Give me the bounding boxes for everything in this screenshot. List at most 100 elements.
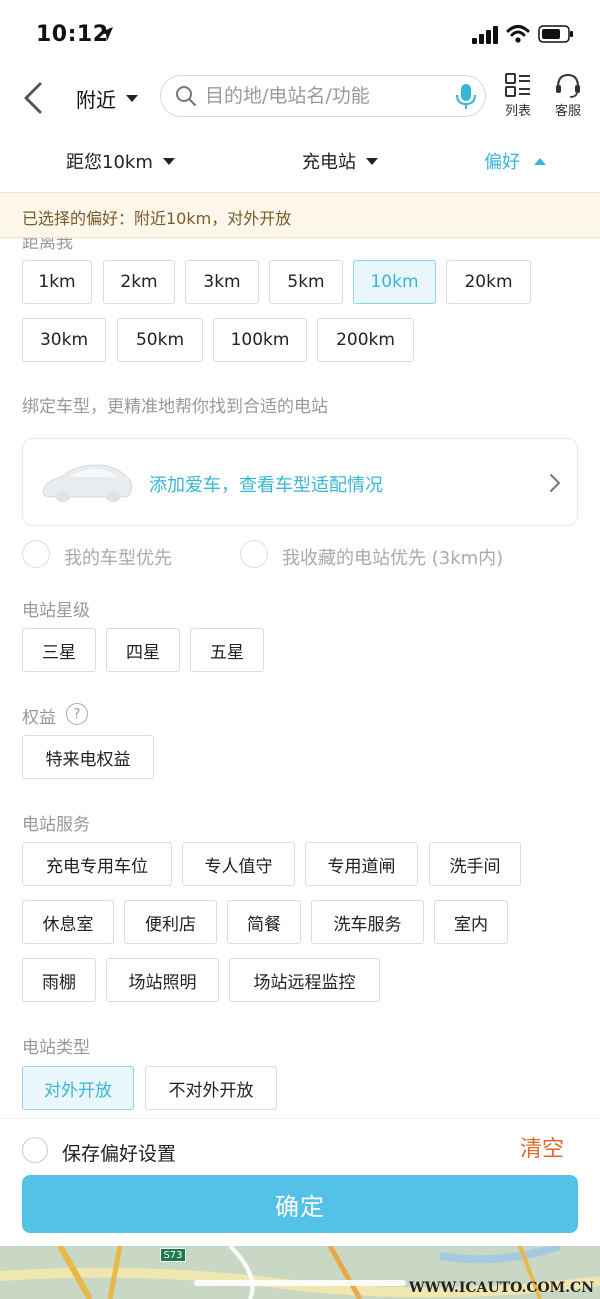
service-option-gate[interactable]: 专用道闸 [305,842,418,886]
chip-label: 对外开放 [44,1080,112,1101]
benefit-option-teld[interactable]: 特来电权益 [22,735,154,779]
service-option-attendant[interactable]: 专人值守 [182,842,295,886]
add-car-text: 添加爱车，查看车型适配情况 [149,475,383,496]
tab-preference[interactable]: 偏好 [484,148,546,174]
back-arrow-icon[interactable] [16,78,50,118]
tab-station-type-label: 充电站 [302,152,356,173]
station-type-closed[interactable]: 不对外开放 [145,1066,277,1110]
map-background: S73 WWW.ICAUTO.COM.CN [0,1246,600,1299]
favorite-first-label: 我收藏的电站优先 (3km内) [282,548,504,569]
confirm-button[interactable]: 确定 [22,1175,578,1233]
cellular-signal-icon [472,26,498,44]
distance-option-1km[interactable]: 1km [22,260,92,304]
home-indicator[interactable] [194,1280,406,1286]
chip-label: 3km [203,272,241,292]
banner-text: 已选择的偏好：附近10km，对外开放 [22,209,292,228]
caret-down-icon [162,157,175,165]
service-option-parking[interactable]: 充电专用车位 [22,842,172,886]
chip-label: 场站远程监控 [253,972,356,993]
distance-option-5km[interactable]: 5km [269,260,343,304]
headset-icon [556,73,580,98]
service-option-lighting[interactable]: 场站照明 [106,958,219,1002]
chip-label: 洗车服务 [333,914,402,935]
distance-option-10km[interactable]: 10km [353,260,436,304]
service-option-monitoring[interactable]: 场站远程监控 [229,958,380,1002]
filter-tabs: 距您10km 充电站 偏好 [0,138,600,186]
preference-footer: 保存偏好设置 清空 确定 [0,1118,600,1246]
chip-label: 三星 [42,642,76,663]
chip-label: 不对外开放 [168,1080,254,1101]
car-silhouette-icon [42,464,132,502]
chip-label: 专用道闸 [327,856,396,877]
search-box[interactable] [160,75,486,117]
distance-option-100km[interactable]: 100km [213,318,307,362]
chip-label: 30km [39,330,89,350]
chip-label: 洗手间 [449,856,501,877]
list-view-button[interactable]: 列表 [498,72,538,119]
service-option-lounge[interactable]: 休息室 [22,900,114,944]
microphone-icon[interactable] [455,83,477,111]
favorite-first-radio[interactable] [240,540,268,568]
clear-button[interactable]: 清空 [520,1131,564,1163]
location-label: 附近 [76,88,116,112]
tab-distance[interactable]: 距您10km [66,148,175,174]
services-title: 电站服务 [22,815,90,835]
car-first-radio[interactable] [22,540,50,568]
distance-title: 距离我 [22,238,73,253]
chip-label: 5km [287,272,325,292]
service-option-restroom[interactable]: 洗手间 [429,842,521,886]
chip-label: 200km [336,330,395,350]
chip-label: 场站照明 [128,972,197,993]
distance-option-50km[interactable]: 50km [117,318,203,362]
help-glyph: ? [73,706,81,722]
list-label: 列表 [504,104,531,119]
chip-label: 便利店 [145,914,196,935]
service-option-indoor[interactable]: 室内 [434,900,508,944]
distance-option-200km[interactable]: 200km [317,318,414,362]
location-arrow-icon [99,27,113,41]
caret-up-icon [534,157,546,165]
star-option-4[interactable]: 四星 [106,628,180,672]
caret-down-icon [366,157,378,165]
search-icon [176,86,196,106]
distance-option-3km[interactable]: 3km [185,260,259,304]
chip-label: 室内 [454,914,488,935]
add-car-card[interactable]: 添加爱车，查看车型适配情况 [22,438,578,526]
help-icon[interactable]: ? [66,703,88,725]
car-priority-options: 我的车型优先 我收藏的电站优先 (3km内) [22,540,582,572]
chip-label: 特来电权益 [45,749,131,770]
service-option-store[interactable]: 便利店 [124,900,217,944]
preference-panel: 距离我 1km 2km 3km 5km 10km 20km 30km 50km … [0,238,600,1118]
service-label: 客服 [554,104,581,119]
distance-option-2km[interactable]: 2km [103,260,175,304]
battery-icon [538,25,573,43]
chip-label: 充电专用车位 [46,856,148,877]
watermark: WWW.ICAUTO.COM.CN [409,1280,594,1296]
chip-label: 2km [120,272,158,292]
station-type-open[interactable]: 对外开放 [22,1066,134,1110]
distance-option-30km[interactable]: 30km [22,318,106,362]
service-option-carwash[interactable]: 洗车服务 [311,900,424,944]
save-preference-label: 保存偏好设置 [62,1143,177,1165]
chip-label: 四星 [126,642,160,663]
save-preference-radio[interactable] [22,1137,48,1163]
customer-service-button[interactable]: 客服 [548,72,588,119]
station-type-title: 电站类型 [22,1038,90,1058]
chip-label: 10km [370,272,419,292]
chip-label: 1km [38,272,76,292]
search-input[interactable] [205,76,445,116]
location-selector[interactable]: 附近 [76,84,138,113]
tab-station-type[interactable]: 充电站 [302,148,378,174]
star-option-3[interactable]: 三星 [22,628,96,672]
car-binding-hint: 绑定车型，更精准地帮你找到合适的电站 [22,397,328,417]
distance-option-20km[interactable]: 20km [446,260,531,304]
benefits-title: 权益 [22,708,56,728]
car-first-label: 我的车型优先 [64,548,172,569]
service-option-canopy[interactable]: 雨棚 [22,958,96,1002]
service-option-meal[interactable]: 简餐 [227,900,301,944]
chevron-right-icon [550,474,561,492]
star-option-5[interactable]: 五星 [190,628,264,672]
chip-label: 专人值守 [204,856,273,877]
selected-preference-banner: 已选择的偏好：附近10km，对外开放 [0,192,600,238]
status-bar: 10:12 [0,0,600,70]
